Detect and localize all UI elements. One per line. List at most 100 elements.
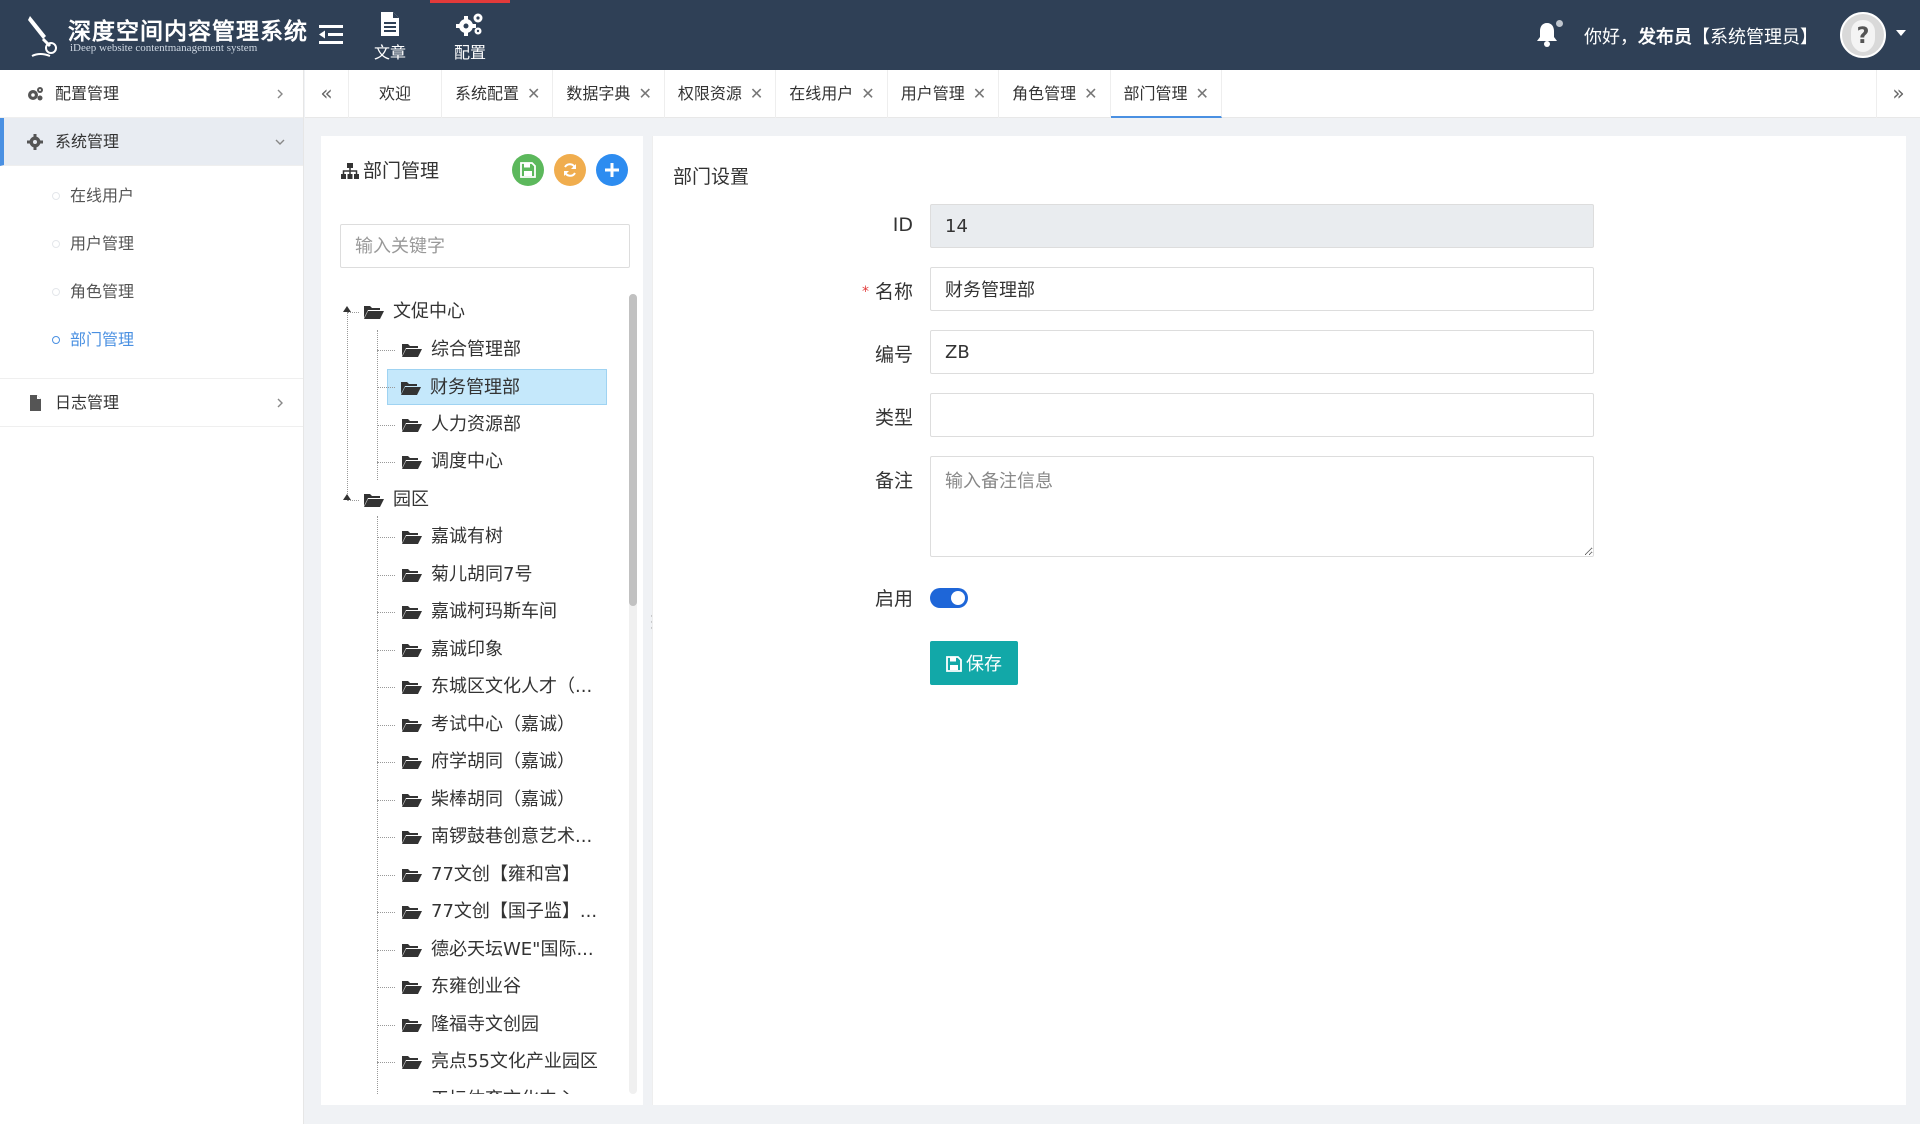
type-field[interactable]: [930, 393, 1594, 437]
tree-connector: [377, 687, 395, 688]
close-icon[interactable]: ✕: [750, 84, 763, 103]
sidebar-item-label: 在线用户: [70, 186, 135, 205]
tab-permission-resource[interactable]: 权限资源 ✕: [665, 70, 777, 118]
collapse-menu-icon[interactable]: [316, 20, 346, 50]
top-nav-article[interactable]: 文章: [350, 0, 430, 70]
avatar[interactable]: ?: [1840, 12, 1886, 58]
sidebar-group-label: 系统管理: [55, 132, 120, 151]
tree-node[interactable]: 77文创【雍和宫】: [401, 857, 580, 893]
tree-node[interactable]: 综合管理部: [401, 332, 521, 368]
folder-open-icon: [364, 306, 384, 319]
enabled-label: 启用: [874, 588, 913, 610]
tree-node[interactable]: 东雍创业谷: [401, 969, 521, 1005]
tree-node[interactable]: 天坛体育文化中心: [401, 1082, 575, 1094]
add-department-button[interactable]: [596, 154, 628, 186]
top-nav-config[interactable]: 配置: [430, 0, 510, 70]
tree-node[interactable]: 考试中心（嘉诚）: [401, 707, 575, 743]
tab-scroll-right-icon[interactable]: »: [1876, 70, 1920, 118]
tree-connector: [377, 612, 395, 613]
folder-open-icon: [402, 1093, 409, 1094]
folder-open-icon: [402, 718, 422, 732]
close-icon[interactable]: ✕: [973, 84, 986, 103]
tab-role-management[interactable]: 角色管理 ✕: [999, 70, 1111, 118]
tree-node[interactable]: 嘉诚印象: [401, 632, 503, 668]
close-icon[interactable]: ✕: [527, 84, 540, 103]
tree-connector: [377, 874, 395, 876]
tab-online-users[interactable]: 在线用户 ✕: [776, 70, 888, 118]
user-menu-caret-icon[interactable]: [1896, 30, 1906, 36]
department-tree-panel: 部门管理 文促中心综合管理部财务管理部人力资源部调度中心园区嘉诚有树菊儿胡同7号…: [321, 136, 643, 1105]
tree-connector: [377, 724, 395, 726]
tree-node[interactable]: 人力资源部: [401, 407, 521, 443]
id-label: ID: [892, 214, 913, 236]
sidebar-item-department-management[interactable]: 部门管理: [0, 316, 303, 364]
user-name: 发布员: [1638, 27, 1692, 48]
sidebar-group-system[interactable]: 系统管理: [0, 118, 303, 166]
tree-node-root[interactable]: 园区: [363, 482, 429, 518]
close-icon[interactable]: ✕: [638, 84, 651, 103]
tree-node-selected[interactable]: 财务管理部: [387, 369, 607, 405]
sidebar-group-logs[interactable]: 日志管理: [0, 379, 303, 427]
tree-node[interactable]: 隆福寺文创园: [401, 1007, 539, 1043]
tab-department-management[interactable]: 部门管理 ✕: [1110, 70, 1222, 118]
tree-scrollbar-thumb[interactable]: [629, 294, 637, 606]
tab-user-management[interactable]: 用户管理 ✕: [888, 70, 1000, 118]
folder-open-icon: [402, 793, 422, 807]
document-icon: [381, 12, 399, 36]
app-logo[interactable]: 深度空间内容管理系统 iDeep website contentmanageme…: [22, 10, 307, 60]
tree-node[interactable]: 77文创【国子监】...: [401, 894, 597, 930]
tab-welcome[interactable]: 欢迎: [349, 70, 442, 118]
tab-label: 欢迎: [378, 84, 411, 103]
tree-node[interactable]: 亮点55文化产业园区: [401, 1044, 598, 1080]
tab-scroll-left-icon[interactable]: «: [305, 70, 349, 118]
sidebar-group-config[interactable]: 配置管理: [0, 70, 303, 118]
save-button[interactable]: 保存: [930, 641, 1018, 685]
file-icon: [30, 395, 41, 411]
folder-open-icon: [402, 868, 422, 882]
sidebar: 配置管理 系统管理 在线用户 用户管理 角色管理 部门管理 日志管理: [0, 70, 304, 1124]
close-icon[interactable]: ✕: [1196, 84, 1209, 103]
code-field[interactable]: [930, 330, 1594, 374]
sidebar-item-online-users[interactable]: 在线用户: [0, 172, 303, 220]
tree-node-label: 综合管理部: [431, 338, 521, 360]
save-tree-button[interactable]: [512, 154, 544, 186]
tree-node[interactable]: 东城区文化人才（...: [401, 669, 592, 705]
top-nav-label: 文章: [373, 43, 406, 62]
tree-connector: [377, 987, 395, 988]
tree-node-root[interactable]: 文促中心: [363, 294, 465, 330]
tree-node[interactable]: 菊儿胡同7号: [401, 557, 532, 593]
tree-node-label: 东雍创业谷: [431, 976, 521, 997]
sidebar-item-role-management[interactable]: 角色管理: [0, 268, 303, 316]
sidebar-item-user-management[interactable]: 用户管理: [0, 220, 303, 268]
tree-node-label: 隆福寺文创园: [431, 1013, 539, 1035]
tree-node[interactable]: 调度中心: [401, 444, 503, 480]
id-field[interactable]: [930, 204, 1594, 248]
tree-search-input[interactable]: [340, 224, 630, 268]
sidebar-sub-list: 在线用户 用户管理 角色管理 部门管理: [0, 166, 303, 379]
close-icon[interactable]: ✕: [1084, 84, 1097, 103]
tree-node[interactable]: 嘉诚有树: [401, 519, 503, 555]
close-icon[interactable]: ✕: [861, 84, 874, 103]
chevron-right-icon: [277, 398, 283, 408]
tree-node[interactable]: 南锣鼓巷创意艺术...: [401, 819, 592, 855]
folder-open-icon: [402, 943, 422, 957]
toggle-knob: [951, 591, 965, 605]
enabled-toggle[interactable]: [930, 588, 968, 608]
folder-open-icon: [402, 756, 422, 769]
tree-node-label: 亮点55文化产业园区: [431, 1051, 598, 1072]
tree-connector: [377, 649, 395, 651]
name-label: * 名称: [793, 277, 913, 304]
tab-data-dictionary[interactable]: 数据字典 ✕: [553, 70, 665, 118]
tree-node-label: 嘉诚柯玛斯车间: [431, 601, 557, 622]
sidebar-item-label: 用户管理: [70, 234, 135, 253]
tab-system-config[interactable]: 系统配置 ✕: [442, 70, 554, 118]
gears-icon: [28, 87, 43, 101]
tree-node[interactable]: 德必天坛WE"国际...: [401, 932, 594, 968]
tree-node[interactable]: 嘉诚柯玛斯车间: [401, 594, 557, 630]
refresh-tree-button[interactable]: [554, 154, 586, 186]
tree-node[interactable]: 府学胡同（嘉诚）: [401, 744, 575, 780]
name-field[interactable]: [930, 267, 1594, 311]
folder-open-icon: [402, 1056, 422, 1069]
remark-textarea[interactable]: [930, 456, 1594, 557]
tree-node[interactable]: 柴棒胡同（嘉诚）: [401, 782, 575, 818]
